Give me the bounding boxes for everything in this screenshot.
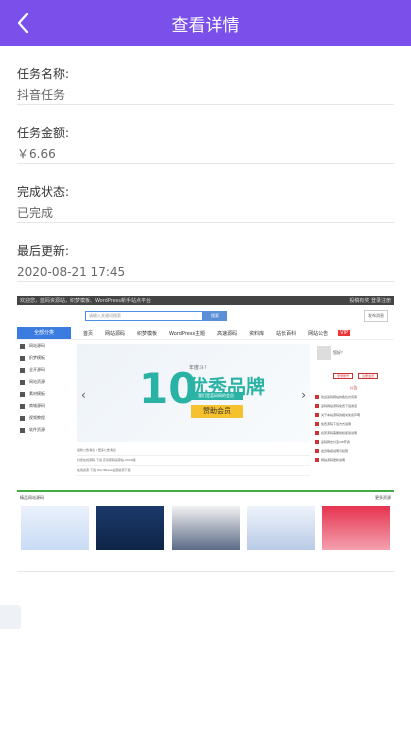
status-value: 已完成 bbox=[17, 206, 54, 220]
shot-banner-prev-icon: ‹ bbox=[81, 388, 86, 402]
shot-news-item: 欢迎蓝码网站的各位访问者 bbox=[315, 393, 392, 402]
shot-thumbnail bbox=[246, 506, 315, 550]
shot-category: 视频教程 bbox=[17, 412, 72, 424]
shot-topbar-right: 投稿有奖 登录注册 bbox=[349, 298, 391, 304]
shot-avatar bbox=[317, 346, 331, 360]
proof-screenshot[interactable]: 欢迎您，蓝码资源站，织梦模板、WordPress新手站点平台 投稿有奖 登录注册… bbox=[17, 296, 394, 559]
shot-category-list: 网站源码 织梦模板 全开源码 网站资源 素材模板 商城源码 视频教程 软件资源 bbox=[17, 340, 72, 488]
shot-nav-category: 全部分类 bbox=[17, 327, 71, 339]
shot-category: 素材模板 bbox=[17, 388, 72, 400]
shot-news-item: 织梦源码需要授权使用说明 bbox=[315, 429, 392, 438]
updated-label: 最后更新: bbox=[17, 244, 70, 258]
shot-nav-item: 首页 bbox=[83, 330, 94, 337]
shot-nav-item: 站长百科 bbox=[276, 330, 297, 337]
shot-category: 网站资源 bbox=[17, 376, 72, 388]
shot-section-title: 精品网站源码 bbox=[20, 495, 44, 500]
shot-news-list: 欢迎蓝码网站的各位访问者 蓝码网站源码免费下载通道 关于本站源码的相关免责声明 … bbox=[315, 393, 392, 465]
updated-value: 2020-08-21 17:45 bbox=[17, 265, 126, 279]
shot-vip-badge: VIP bbox=[338, 330, 351, 336]
task-amount-value: ￥6.66 bbox=[17, 147, 56, 161]
shot-thumbnail bbox=[21, 506, 89, 550]
shot-news-item: 关于本站源码的相关免责声明 bbox=[315, 411, 392, 420]
shot-publish-button: 发布消息 bbox=[364, 310, 388, 322]
shot-news-item: 蓝码网站源码免费下载通道 bbox=[315, 402, 392, 411]
shot-search-row: 请输入关键词搜索 搜索 发布消息 bbox=[17, 305, 394, 327]
updated-field: 最后更新: 2020-08-21 17:45 bbox=[17, 223, 394, 282]
shot-category: 软件资源 bbox=[17, 424, 72, 436]
shot-banner-next-icon: › bbox=[301, 388, 306, 402]
shot-banner: ‹ › 10 年度斗！ 优秀品牌 我们是蓝码网的会员 赞助会员 bbox=[77, 344, 310, 442]
shot-topbar-left: 欢迎您，蓝码资源站，织梦模板、WordPress新手站点平台 bbox=[20, 298, 152, 304]
shot-mid-line: 付费在线源码 下载 高清源码资源站-2020版 bbox=[77, 456, 310, 466]
shot-nav-item: 网站源码 bbox=[105, 330, 126, 337]
shot-topbar: 欢迎您，蓝码资源站，织梦模板、WordPress新手站点平台 投稿有奖 登录注册 bbox=[17, 296, 394, 305]
task-name-field: 任务名称: 抖音任务 bbox=[17, 46, 394, 105]
task-amount-label: 任务金额: bbox=[17, 126, 70, 140]
shot-user-label: 您好！ bbox=[333, 350, 345, 355]
shot-news-item: 会员等级说明与权限 bbox=[315, 447, 392, 456]
shot-banner-year: 年度斗！ bbox=[189, 365, 210, 371]
shot-mid-line: 在线资源 下载 WordPress主题资源下载 bbox=[77, 466, 310, 476]
status-label: 完成状态: bbox=[17, 185, 70, 199]
shot-category: 网站源码 bbox=[17, 340, 72, 352]
shot-sidebar: 您好！ 登录账号 注册会员 公告 欢迎蓝码网站的各位访问者 蓝码网站源码免费下载… bbox=[315, 344, 392, 484]
task-name-value: 抖音任务 bbox=[17, 88, 66, 102]
shot-nav: 全部分类 首页 网站源码 织梦模板 WordPress主题 高速源码 资料库 站… bbox=[17, 327, 394, 340]
shot-thumbnail bbox=[171, 506, 240, 550]
floating-side-tab[interactable] bbox=[0, 605, 21, 629]
task-name-label: 任务名称: bbox=[17, 67, 70, 81]
shot-news-item: 网站源码更新说明 bbox=[315, 456, 392, 465]
shot-nav-item: 资料库 bbox=[249, 330, 265, 337]
shot-login-button: 登录账号 bbox=[333, 373, 354, 379]
shot-category: 织梦模板 bbox=[17, 352, 72, 364]
shot-category: 商城源码 bbox=[17, 400, 72, 412]
shot-search-button: 搜索 bbox=[203, 311, 227, 321]
divider bbox=[17, 571, 394, 572]
header-bar: 查看详情 bbox=[0, 0, 411, 46]
shot-thumbnails bbox=[17, 504, 394, 552]
task-amount-field: 任务金额: ￥6.66 bbox=[17, 105, 394, 164]
shot-search-input: 请输入关键词搜索 bbox=[85, 311, 203, 321]
shot-news-item: 免费源码下载方式说明 bbox=[315, 420, 392, 429]
back-arrow-icon[interactable] bbox=[14, 11, 34, 35]
shot-user-buttons: 登录账号 注册会员 bbox=[315, 362, 392, 381]
shot-nav-item: 网站公告 bbox=[308, 330, 329, 337]
shot-section-header: 精品网站源码 更多资源 bbox=[17, 490, 394, 504]
shot-thumbnail bbox=[322, 506, 390, 550]
shot-user-box: 您好！ bbox=[315, 344, 392, 362]
shot-mid-line: 最新公告消息 / 更多公告消息 bbox=[77, 446, 310, 456]
shot-register-button: 注册会员 bbox=[358, 373, 379, 379]
shot-category: 全开源码 bbox=[17, 364, 72, 376]
shot-banner-button: 赞助会员 bbox=[191, 405, 243, 418]
shot-body: 网站源码 织梦模板 全开源码 网站资源 素材模板 商城源码 视频教程 软件资源 … bbox=[17, 340, 394, 490]
shot-banner-tag: 我们是蓝码网的会员 bbox=[189, 392, 243, 400]
shot-thumbnail bbox=[96, 506, 165, 550]
shot-nav-item: WordPress主题 bbox=[169, 330, 206, 337]
shot-nav-item: 织梦模板 bbox=[137, 330, 158, 337]
shot-nav-item: 高速源码 bbox=[217, 330, 238, 337]
shot-mid-list: 最新公告消息 / 更多公告消息 付费在线源码 下载 高清源码资源站-2020版 … bbox=[77, 446, 310, 476]
shot-news-item: 蓝码网支付宝VIP开通 bbox=[315, 438, 392, 447]
shot-section-more: 更多资源 bbox=[375, 495, 391, 500]
page-title: 查看详情 bbox=[171, 15, 240, 36]
shot-news-title: 公告 bbox=[349, 385, 358, 390]
status-field: 完成状态: 已完成 bbox=[17, 164, 394, 223]
